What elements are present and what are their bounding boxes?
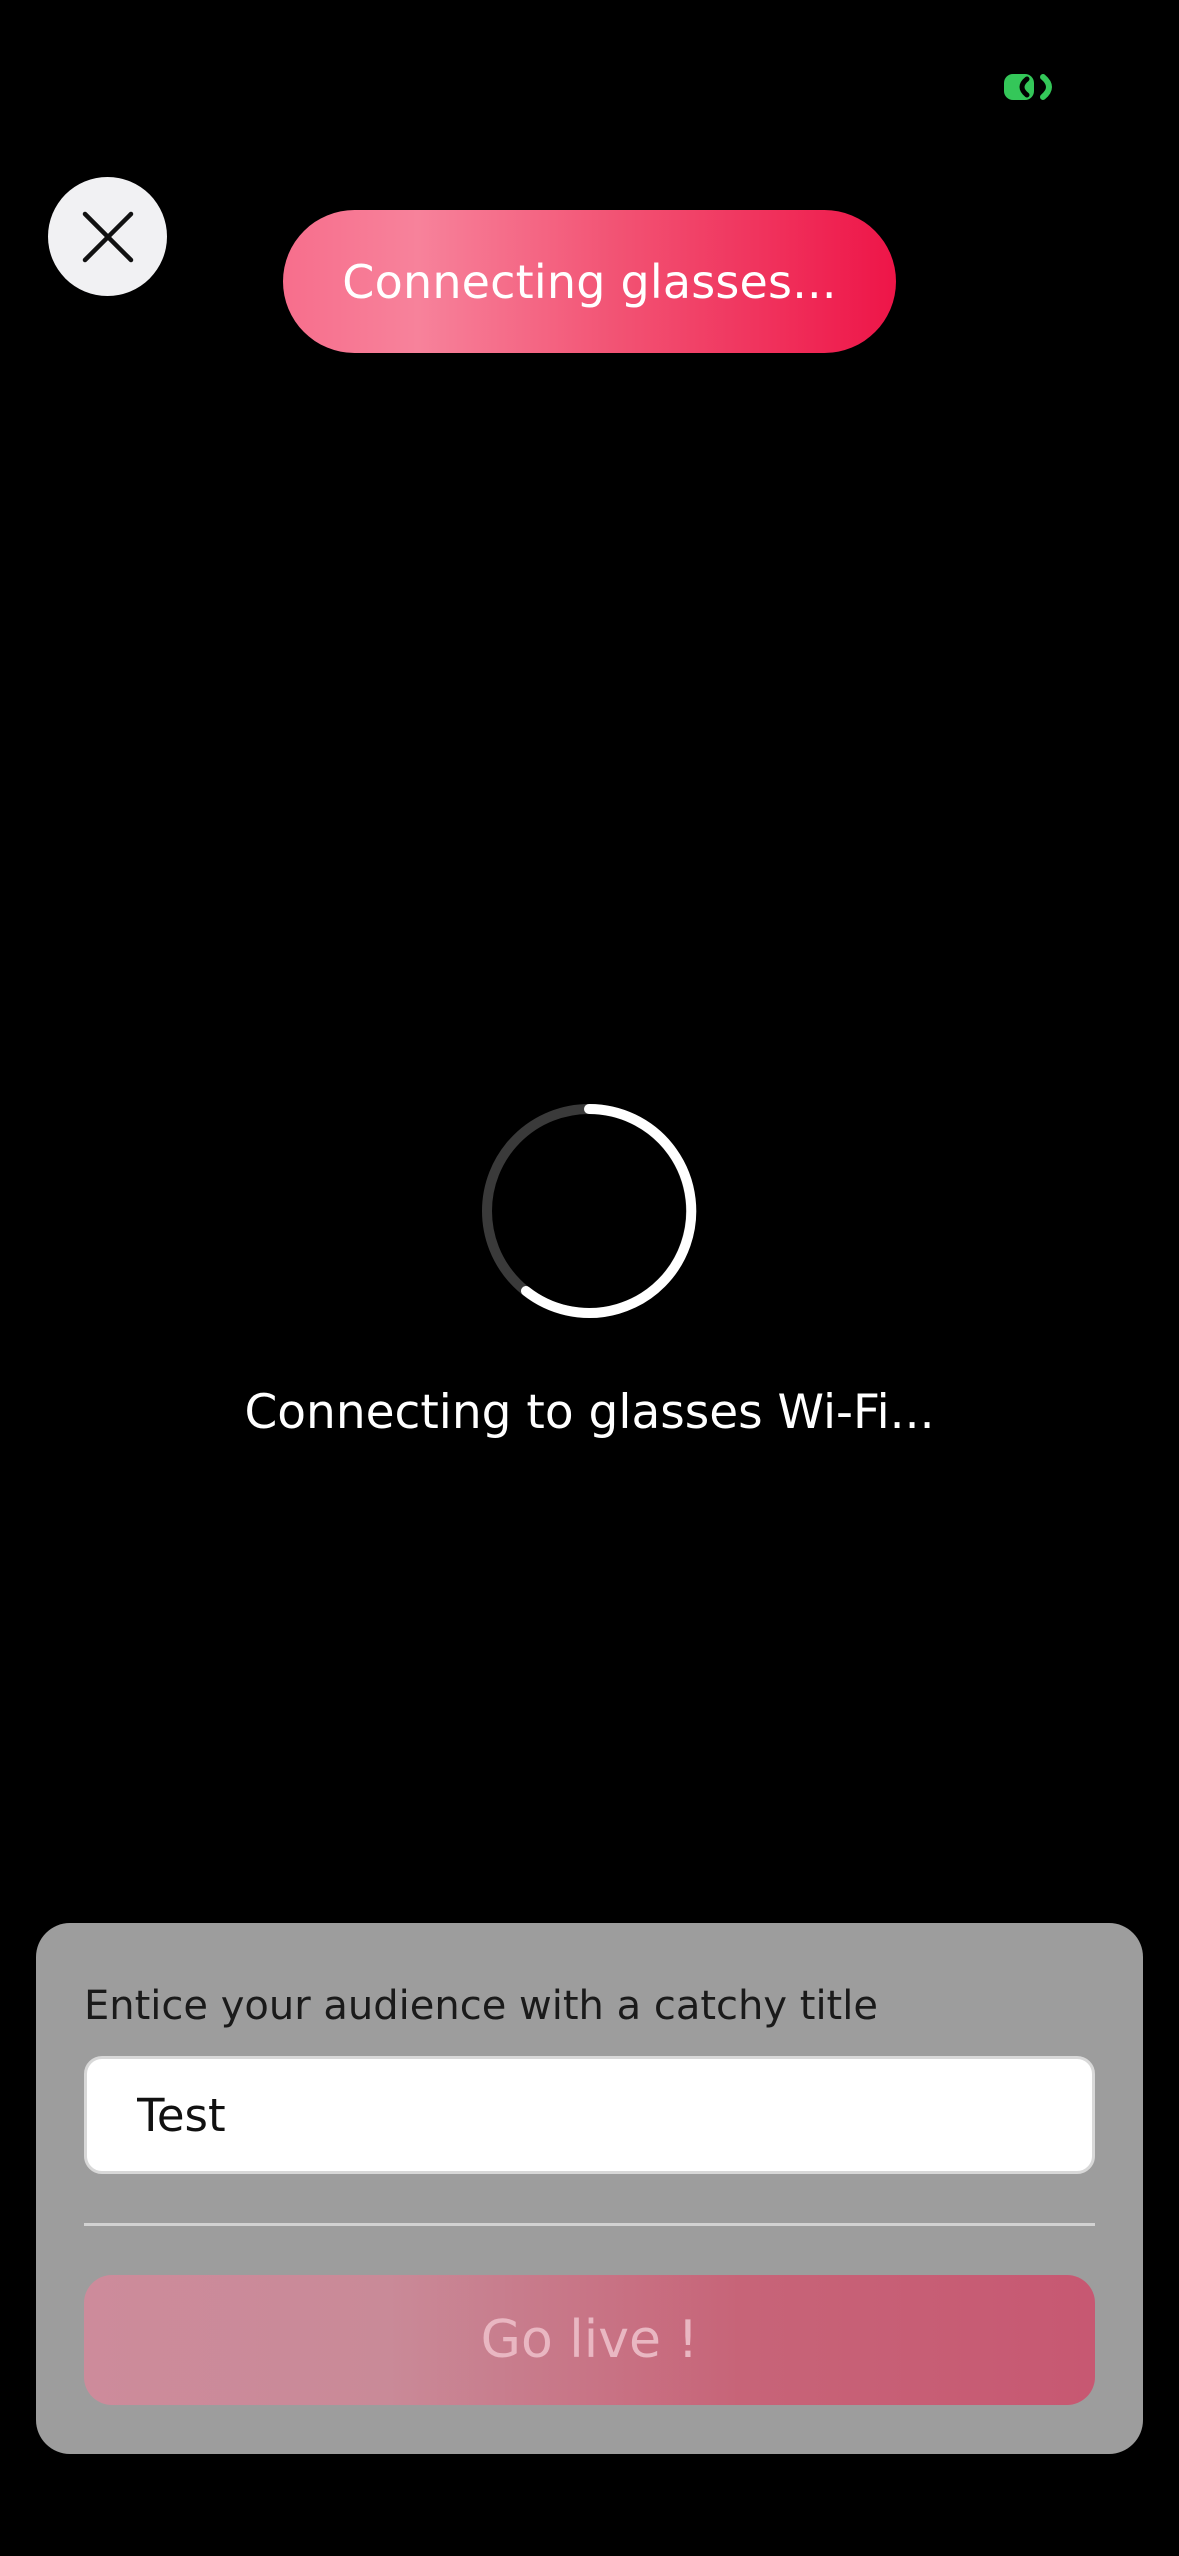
panel-divider xyxy=(84,2223,1095,2226)
stream-title-input[interactable] xyxy=(84,2056,1095,2174)
close-button[interactable] xyxy=(48,177,167,296)
close-icon xyxy=(81,210,135,264)
title-prompt-label: Entice your audience with a catchy title xyxy=(84,1983,878,2029)
connecting-wifi-message: Connecting to glasses Wi-Fi... xyxy=(244,1385,935,1440)
go-live-label: Go live ! xyxy=(480,2310,699,2370)
loading-spinner-icon xyxy=(480,1102,698,1320)
banner-text: Connecting glasses... xyxy=(342,254,837,309)
connecting-glasses-banner: Connecting glasses... xyxy=(283,210,896,353)
go-live-button[interactable]: Go live ! xyxy=(84,2275,1095,2405)
green-status-indicator-icon xyxy=(1003,72,1059,102)
go-live-panel: Entice your audience with a catchy title… xyxy=(36,1923,1143,2454)
